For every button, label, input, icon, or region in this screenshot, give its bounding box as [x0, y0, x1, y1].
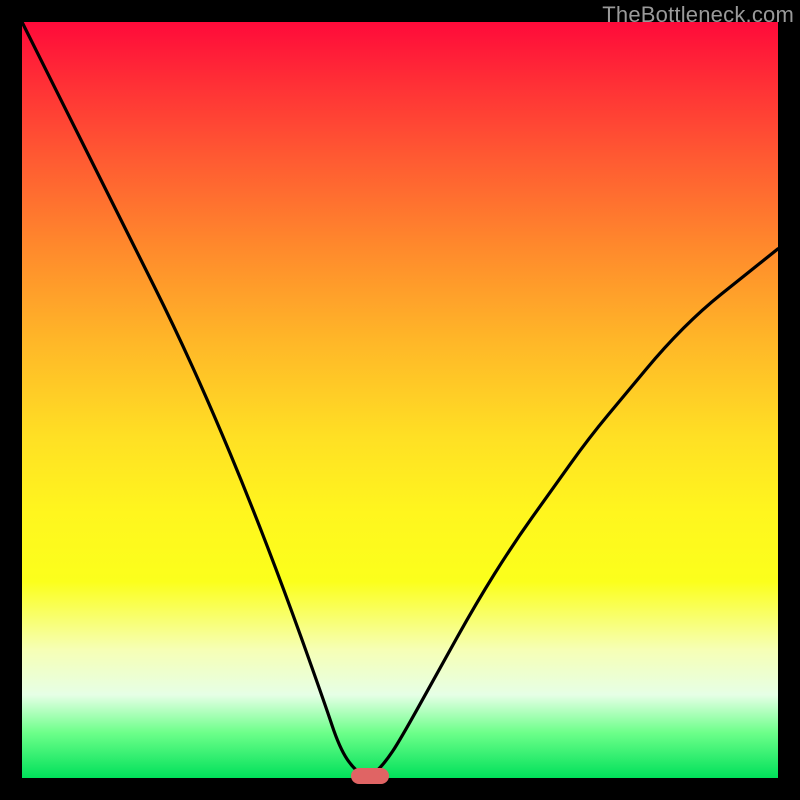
optimum-marker	[351, 768, 389, 784]
watermark-text: TheBottleneck.com	[602, 2, 794, 28]
bottleneck-curve	[22, 22, 778, 778]
curve-path	[22, 22, 778, 775]
plot-area	[22, 22, 778, 778]
